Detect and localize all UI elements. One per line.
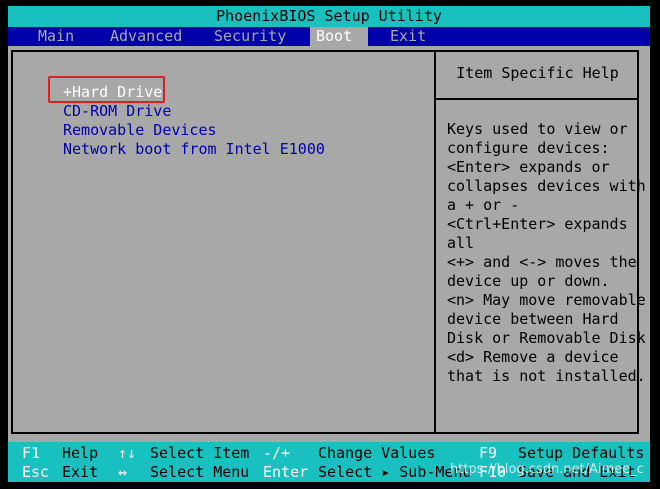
key-left-right: ↔	[118, 463, 128, 481]
key-f1: F1	[22, 444, 41, 462]
key-up-down-desc: Select Item	[150, 444, 250, 462]
boot-item-network-boot[interactable]: Network boot from Intel E1000	[63, 140, 325, 159]
help-line: that is not installed.	[447, 367, 646, 385]
boot-order-list: +Hard Drive CD-ROM Drive Removable Devic…	[63, 83, 325, 159]
help-line: <d> Remove a device	[447, 348, 619, 366]
tab-main[interactable]: Main	[32, 27, 80, 46]
tab-exit[interactable]: Exit	[384, 27, 432, 46]
help-line: <n> May move removable	[447, 291, 646, 309]
help-line: Disk or Removable Disk	[447, 329, 646, 347]
key-left-right-desc: Select Menu	[150, 463, 250, 481]
help-title: Item Specific Help	[456, 64, 619, 82]
tab-boot[interactable]: Boot	[310, 27, 368, 46]
bios-screen: PhoenixBIOS Setup Utility Main Advanced …	[0, 0, 660, 489]
help-line: device up or down.	[447, 272, 610, 290]
help-line: configure devices:	[447, 139, 610, 157]
key-enter-desc: Select ▸ Sub-Menu	[318, 463, 472, 481]
help-title-divider	[436, 98, 639, 100]
help-line: collapses devices with	[447, 177, 646, 195]
boot-item-hard-drive[interactable]: +Hard Drive	[63, 83, 325, 102]
boot-panel: Item Specific Help +Hard Drive CD-ROM Dr…	[8, 46, 650, 442]
panel-divider	[434, 50, 436, 434]
help-line: device between Hard	[447, 310, 619, 328]
help-line: <+> and <-> moves the	[447, 253, 637, 271]
tab-advanced[interactable]: Advanced	[104, 27, 188, 46]
key-up-down: ↑↓	[118, 444, 137, 462]
help-line: a + or -	[447, 196, 520, 214]
boot-item-removable-devices[interactable]: Removable Devices	[63, 121, 325, 140]
key-minus-plus-desc: Change Values	[318, 444, 436, 462]
key-esc: Esc	[22, 463, 50, 481]
boot-item-cd-rom[interactable]: CD-ROM Drive	[63, 102, 325, 121]
key-minus-plus: -/+	[263, 444, 291, 462]
help-text: Keys used to view or configure devices: …	[447, 120, 646, 386]
help-line: <Ctrl+Enter> expands	[447, 215, 628, 233]
help-line: Keys used to view or	[447, 120, 628, 138]
watermark-text: https://blog.csdn.net/Aimee_c	[450, 462, 644, 477]
key-legend-footer: F1 Help ↑↓ Select Item -/+ Change Values…	[8, 442, 650, 482]
key-enter: Enter	[263, 463, 309, 481]
tab-security[interactable]: Security	[208, 27, 292, 46]
key-f9: F9	[479, 444, 498, 462]
key-esc-desc: Exit	[62, 463, 99, 481]
window-title: PhoenixBIOS Setup Utility	[8, 6, 650, 27]
menu-bar: Main Advanced Security Boot Exit	[8, 27, 650, 46]
help-line: all	[447, 234, 475, 252]
help-line: <Enter> expands or	[447, 158, 610, 176]
key-f1-desc: Help	[62, 444, 99, 462]
key-f9-desc: Setup Defaults	[518, 444, 645, 462]
